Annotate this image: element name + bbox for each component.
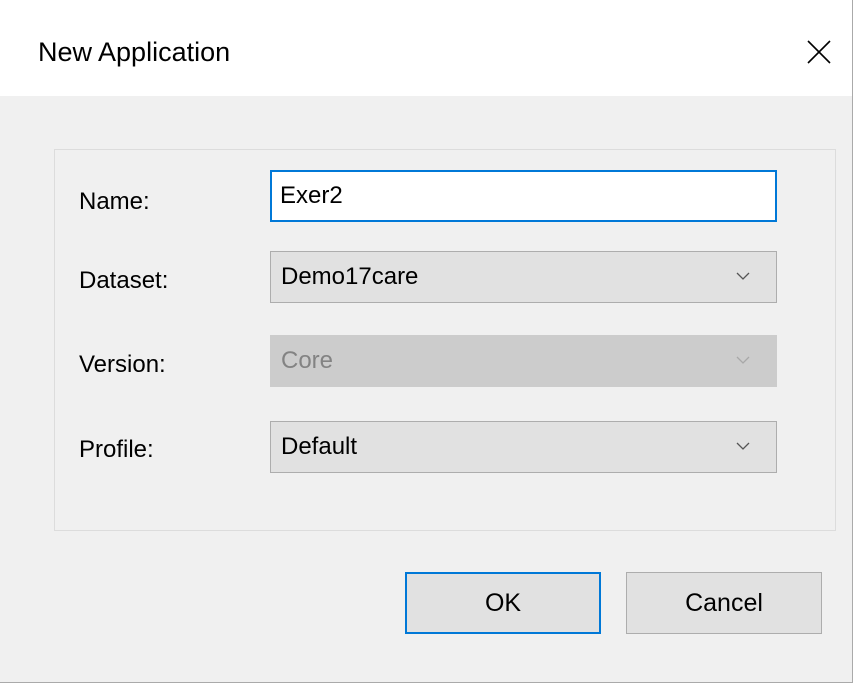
- version-dropdown: Core: [270, 335, 777, 387]
- close-button[interactable]: [790, 24, 846, 80]
- chevron-down-icon: [736, 442, 750, 450]
- name-input[interactable]: [270, 170, 777, 222]
- profile-label: Profile:: [79, 436, 154, 463]
- chevron-down-icon: [736, 272, 750, 280]
- close-icon: [807, 40, 831, 64]
- new-application-dialog: New Application Name: Dataset: Demo17car…: [0, 0, 853, 683]
- dataset-dropdown[interactable]: Demo17care: [270, 251, 777, 303]
- profile-dropdown[interactable]: Default: [270, 421, 777, 473]
- ok-button[interactable]: OK: [405, 572, 601, 634]
- name-label: Name:: [79, 188, 150, 215]
- version-selected-value: Core: [281, 347, 334, 374]
- version-label: Version:: [79, 351, 166, 378]
- dialog-title: New Application: [38, 37, 231, 67]
- title-bar: New Application: [0, 0, 852, 96]
- dataset-label: Dataset:: [79, 267, 169, 294]
- cancel-button[interactable]: Cancel: [626, 572, 822, 634]
- chevron-down-icon: [736, 356, 750, 364]
- profile-selected-value: Default: [281, 433, 358, 460]
- dataset-selected-value: Demo17care: [281, 263, 419, 290]
